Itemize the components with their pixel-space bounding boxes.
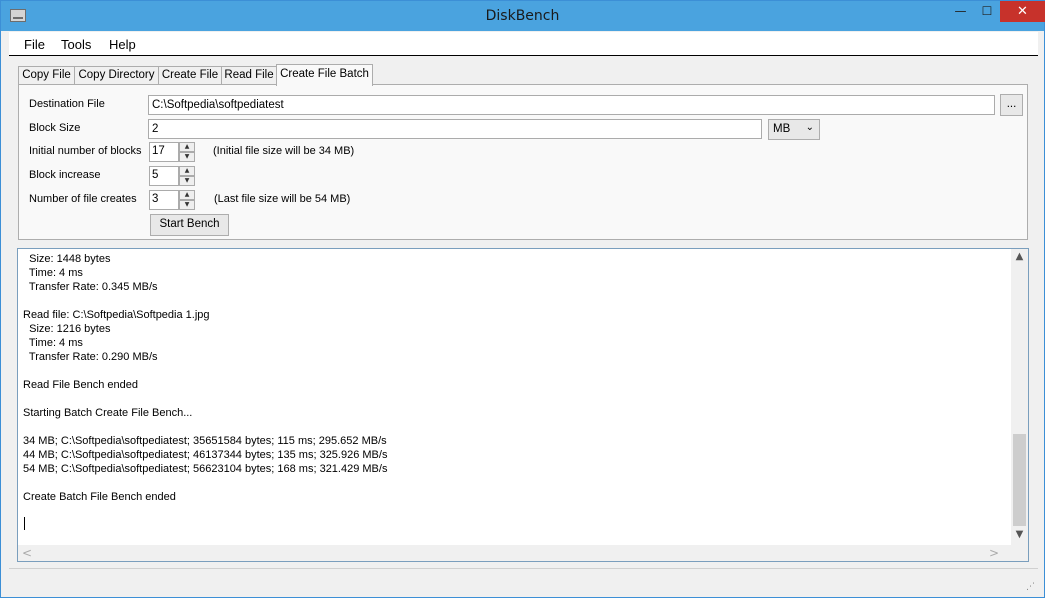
file-creates-label: Number of file creates	[29, 193, 137, 205]
chevron-down-icon: ⌄	[805, 122, 814, 133]
log-line: 44 MB; C:\Softpedia\softpediatest; 46137…	[23, 449, 388, 461]
horizontal-scrollbar[interactable]: < >	[18, 545, 1011, 561]
scroll-right-icon[interactable]: >	[989, 546, 999, 560]
block-increase-value[interactable]: 5	[149, 166, 179, 186]
unit-select[interactable]: MB ⌄	[768, 119, 820, 140]
minimize-button[interactable]: —	[947, 1, 974, 22]
scroll-left-icon[interactable]: <	[22, 546, 32, 560]
tab-create-file-batch[interactable]: Create File Batch	[276, 64, 373, 86]
log-line: 34 MB; C:\Softpedia\softpediatest; 35651…	[23, 435, 387, 447]
log-lines: Size: 1448 bytes Time: 4 ms Transfer Rat…	[23, 252, 1003, 504]
batch-settings-panel: Destination File C:\Softpedia\softpediat…	[18, 84, 1028, 240]
menu-tools[interactable]: Tools	[61, 37, 91, 52]
initial-blocks-value[interactable]: 17	[149, 142, 179, 162]
log-line: Starting Batch Create File Bench...	[23, 407, 193, 419]
start-bench-button[interactable]: Start Bench	[150, 214, 229, 236]
app-window: DiskBench — ☐ ✕ File Tools Help Copy Fil…	[0, 0, 1045, 598]
block-size-field[interactable]: 2	[148, 119, 762, 139]
tab-copy-directory[interactable]: Copy Directory	[74, 66, 159, 85]
log-line: Size: 1216 bytes	[23, 323, 111, 335]
resize-grip-icon[interactable]: ⋰	[1026, 581, 1038, 593]
window-title: DiskBench	[485, 8, 560, 24]
increment-icon[interactable]: ▲	[179, 190, 195, 200]
log-line: Size: 1448 bytes	[23, 253, 111, 265]
log-line: Time: 4 ms	[23, 337, 83, 349]
status-bar	[9, 568, 1038, 590]
block-increase-label: Block increase	[29, 169, 101, 181]
browse-button[interactable]: ...	[1000, 94, 1023, 116]
initial-blocks-label: Initial number of blocks	[29, 145, 142, 157]
log-line: Read file: C:\Softpedia\Softpedia 1.jpg	[23, 309, 210, 321]
log-line: 54 MB; C:\Softpedia\softpediatest; 56623…	[23, 463, 388, 475]
text-caret	[24, 517, 25, 530]
scroll-up-icon[interactable]: ▲	[1011, 251, 1028, 265]
log-line: Transfer Rate: 0.345 MB/s	[23, 281, 158, 293]
block-size-label: Block Size	[29, 122, 81, 134]
destination-field[interactable]: C:\Softpedia\softpediatest	[148, 95, 995, 115]
scroll-thumb[interactable]	[1013, 434, 1026, 526]
log-line: Read File Bench ended	[23, 379, 138, 391]
last-size-note: (Last file size will be 54 MB)	[214, 193, 351, 205]
vertical-scrollbar[interactable]: ▲ ▼	[1011, 249, 1028, 545]
scroll-corner	[1011, 545, 1028, 561]
unit-select-value: MB	[773, 123, 791, 135]
title-bar[interactable]: DiskBench — ☐ ✕	[1, 1, 1045, 31]
menu-file[interactable]: File	[24, 37, 45, 52]
increment-icon[interactable]: ▲	[179, 166, 195, 176]
log-line: Time: 4 ms	[23, 267, 83, 279]
menu-bar: File Tools Help	[9, 32, 1038, 56]
tab-create-file[interactable]: Create File	[158, 66, 222, 85]
file-creates-value[interactable]: 3	[149, 190, 179, 210]
tab-copy-file[interactable]: Copy File	[18, 66, 75, 85]
increment-icon[interactable]: ▲	[179, 142, 195, 152]
destination-label: Destination File	[29, 98, 105, 110]
log-output[interactable]: Size: 1448 bytes Time: 4 ms Transfer Rat…	[17, 248, 1029, 562]
initial-size-note: (Initial file size will be 34 MB)	[213, 145, 355, 157]
log-line: Transfer Rate: 0.290 MB/s	[23, 351, 158, 363]
decrement-icon[interactable]: ▼	[179, 152, 195, 162]
menu-help[interactable]: Help	[109, 37, 136, 52]
tab-read-file[interactable]: Read File	[221, 66, 277, 85]
decrement-icon[interactable]: ▼	[179, 200, 195, 210]
maximize-button[interactable]: ☐	[974, 1, 1000, 22]
decrement-icon[interactable]: ▼	[179, 176, 195, 186]
scroll-down-icon[interactable]: ▼	[1011, 529, 1028, 543]
close-button[interactable]: ✕	[1000, 1, 1045, 22]
log-line: Create Batch File Bench ended	[23, 491, 176, 503]
